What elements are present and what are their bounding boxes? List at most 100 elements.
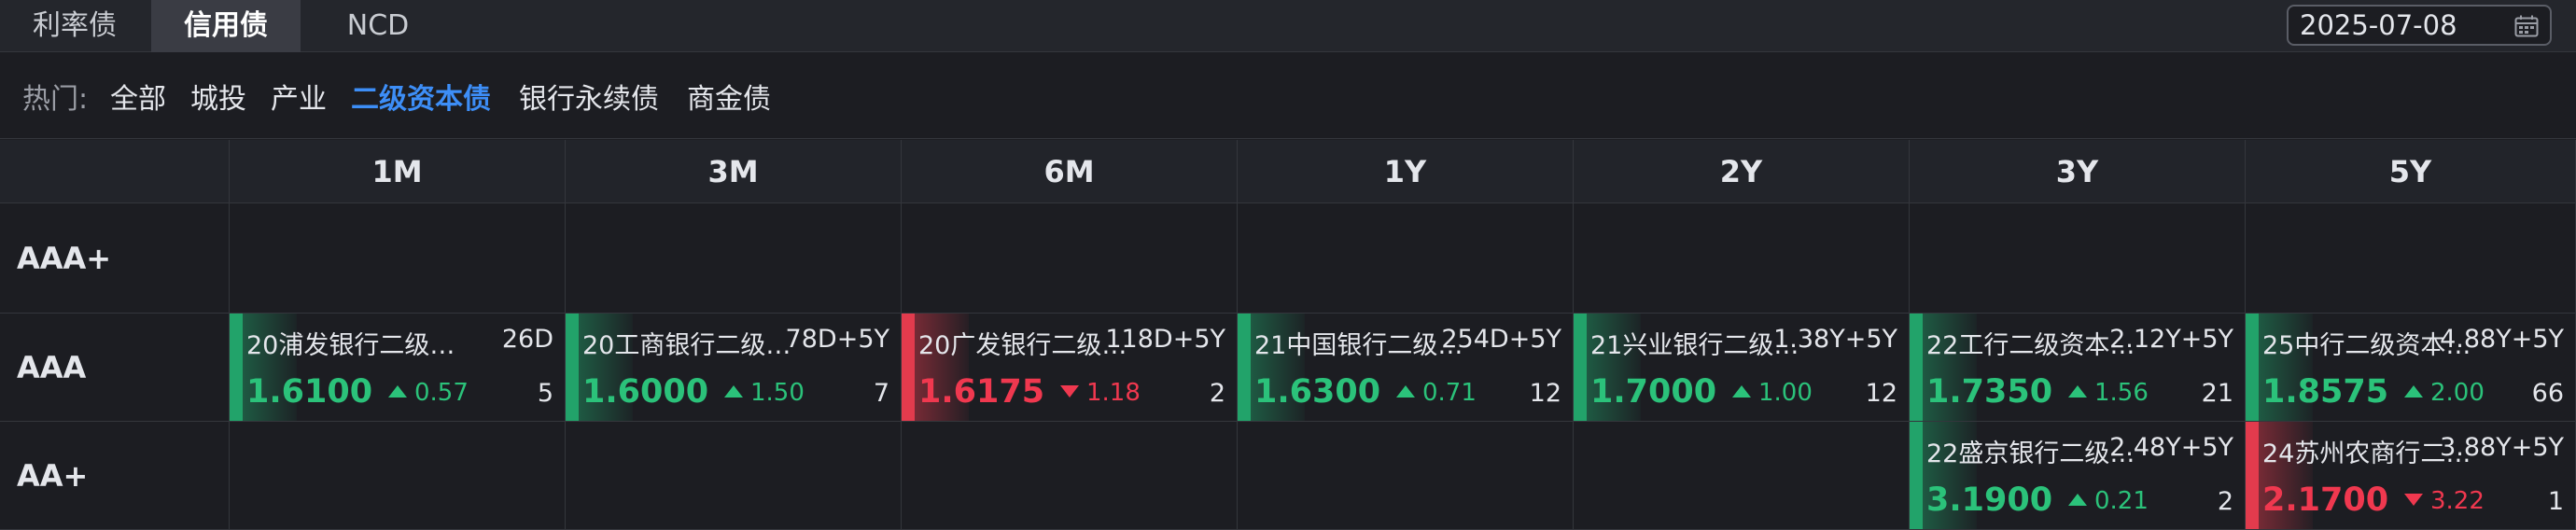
bond-yield: 1.8575	[2262, 373, 2389, 411]
trend-bar	[902, 314, 915, 421]
bond-quote-card[interactable]: 20浦发银行二级01 26D 1.6100 0.57 5	[230, 314, 565, 421]
grid-cell[interactable]: 22盛京银行二级01 2.48Y+5Y 3.1900 0.21 2	[1910, 422, 2246, 530]
top-tab-bar: 利率债 信用债 NCD 2025-07-08	[0, 0, 2576, 52]
grid-cell[interactable]: 22工行二级资本债012.12Y+5Y 1.7350 1.56 21	[1910, 314, 2246, 422]
column-header[interactable]: 1Y	[1238, 140, 1574, 203]
bond-name: 20工商银行二级01	[582, 331, 791, 360]
rating-row-label: AAA+	[0, 203, 230, 314]
triangle-up-icon	[388, 385, 407, 398]
grid-cell[interactable]: 24苏州农商行二级013.88Y+5Y2.17003.221	[2246, 422, 2576, 530]
tab-credit-bonds[interactable]: 信用债	[151, 0, 301, 52]
yield-change: 0.57	[388, 379, 469, 407]
grid-cell	[2246, 203, 2576, 314]
grid-cell	[1238, 203, 1574, 314]
trend-bar	[1910, 422, 1923, 529]
bond-quote-card[interactable]: 25中行二级资本债014.88Y+5Y1.85752.0066	[2246, 314, 2575, 421]
calendar-icon[interactable]	[2514, 15, 2539, 37]
tab-ncd[interactable]: NCD	[308, 0, 448, 52]
triangle-down-icon	[1060, 385, 1079, 398]
trade-count: 12	[1529, 379, 1561, 408]
bond-name: 22工行二级资本债01	[1926, 331, 2135, 360]
bond-name: 20广发银行二级01	[918, 331, 1127, 360]
yield-change: 3.22	[2404, 487, 2485, 515]
bond-quote-card[interactable]: 21兴业银行二级01 1.38Y+5Y 1.7000 1.00 12	[1574, 314, 1909, 421]
grid-cell	[566, 203, 902, 314]
triangle-up-icon	[724, 385, 743, 398]
hot-label: 热门:	[22, 83, 89, 116]
trade-count: 2	[2217, 487, 2233, 516]
yield-change: 1.18	[1060, 379, 1141, 407]
grid-cell[interactable]: 20广发银行二级01 118D+5Y 1.6175 1.18 2	[902, 314, 1238, 422]
bond-name: 21兴业银行二级01	[1590, 331, 1799, 360]
grid-cell	[902, 203, 1238, 314]
date-value: 2025-07-08	[2300, 9, 2457, 41]
trend-bar	[566, 314, 579, 421]
trend-bar	[2246, 422, 2259, 529]
grid-cell[interactable]: 20工商银行二级01 78D+5Y 1.6000 1.50 7	[566, 314, 902, 422]
grid-cell	[1238, 422, 1574, 530]
grid-cell[interactable]: 25中行二级资本债014.88Y+5Y1.85752.0066	[2246, 314, 2576, 422]
column-header[interactable]: 6M	[902, 140, 1238, 203]
bond-yield: 2.1700	[2262, 481, 2389, 519]
yield-change: 1.56	[2068, 379, 2149, 407]
column-header[interactable]: 2Y	[1574, 140, 1910, 203]
yield-change-value: 2.00	[2430, 379, 2485, 407]
triangle-down-icon	[2404, 494, 2423, 506]
grid-cell	[1574, 203, 1910, 314]
bond-quote-card[interactable]: 21中国银行二级01 254D+5Y 1.6300 0.71 12	[1238, 314, 1573, 421]
yield-grid: 1M 3M 6M 1Y 2Y 3Y 5Y AAA+ AAA 20浦发银行二级01 26D 1.6100…	[0, 140, 2576, 530]
chip-bank-perpetual[interactable]: 银行永续债	[519, 76, 659, 117]
yield-change-value: 0.21	[2094, 487, 2149, 515]
yield-change-value: 0.57	[414, 379, 469, 407]
tab-rate-bonds[interactable]: 利率债	[0, 0, 149, 52]
chip-industry[interactable]: 产业	[271, 76, 327, 117]
bond-yield: 1.6175	[918, 373, 1045, 411]
rating-row-label: AAA	[0, 314, 230, 422]
bond-name: 20浦发银行二级01	[246, 331, 455, 360]
bond-term: 2.48Y+5Y	[2109, 433, 2233, 462]
chip-tier2-capital[interactable]: 二级资本债	[351, 76, 491, 117]
trend-bar	[2246, 314, 2259, 421]
bond-term: 254D+5Y	[1441, 325, 1561, 354]
column-header[interactable]: 5Y	[2246, 140, 2576, 203]
triangle-up-icon	[2068, 494, 2087, 506]
bond-quote-card[interactable]: 20工商银行二级01 78D+5Y 1.6000 1.50 7	[566, 314, 901, 421]
bond-quote-card[interactable]: 22盛京银行二级01 2.48Y+5Y 3.1900 0.21 2	[1910, 422, 2245, 529]
bond-yield: 1.6100	[246, 373, 373, 411]
grid-cell[interactable]: 20浦发银行二级01 26D 1.6100 0.57 5	[230, 314, 566, 422]
date-picker[interactable]: 2025-07-08	[2287, 5, 2552, 46]
chip-all[interactable]: 全部	[110, 76, 166, 117]
trade-count: 12	[1865, 379, 1897, 408]
trade-count: 2	[1209, 379, 1225, 408]
hot-filter-row: 热门: 全部 城投 产业 二级资本债 银行永续债 商金债	[0, 53, 2576, 139]
bond-yield: 1.7350	[1926, 373, 2053, 411]
grid-cell[interactable]: 21兴业银行二级01 1.38Y+5Y 1.7000 1.00 12	[1574, 314, 1910, 422]
column-header[interactable]: 3M	[566, 140, 902, 203]
trade-count: 66	[2531, 379, 2564, 408]
rating-row-label: AA+	[0, 422, 230, 530]
bond-yield: 1.6300	[1254, 373, 1381, 411]
bond-term: 1.38Y+5Y	[1773, 325, 1897, 354]
chip-commercial-finance[interactable]: 商金债	[687, 76, 771, 117]
trade-count: 1	[2547, 487, 2564, 516]
bond-term: 26D	[501, 325, 553, 354]
bond-quote-card[interactable]: 20广发银行二级01 118D+5Y 1.6175 1.18 2	[902, 314, 1237, 421]
bond-yield: 3.1900	[1926, 481, 2053, 519]
yield-change: 2.00	[2404, 379, 2485, 407]
bond-quote-card[interactable]: 22工行二级资本债012.12Y+5Y 1.7350 1.56 21	[1910, 314, 2245, 421]
triangle-up-icon	[2404, 385, 2423, 398]
yield-change: 1.00	[1732, 379, 1813, 407]
bond-yield: 1.6000	[582, 373, 709, 411]
grid-cell[interactable]: 21中国银行二级01 254D+5Y 1.6300 0.71 12	[1238, 314, 1574, 422]
grid-cell	[1910, 203, 2246, 314]
chip-chengtou[interactable]: 城投	[190, 76, 246, 117]
triangle-up-icon	[1396, 385, 1415, 398]
yield-change-value: 1.18	[1086, 379, 1141, 407]
column-header[interactable]: 3Y	[1910, 140, 2246, 203]
bond-quote-card[interactable]: 24苏州农商行二级013.88Y+5Y2.17003.221	[2246, 422, 2575, 529]
trend-bar	[1574, 314, 1587, 421]
grid-cell	[566, 422, 902, 530]
triangle-up-icon	[2068, 385, 2087, 398]
column-header[interactable]: 1M	[230, 140, 566, 203]
yield-change-value: 1.56	[2094, 379, 2149, 407]
